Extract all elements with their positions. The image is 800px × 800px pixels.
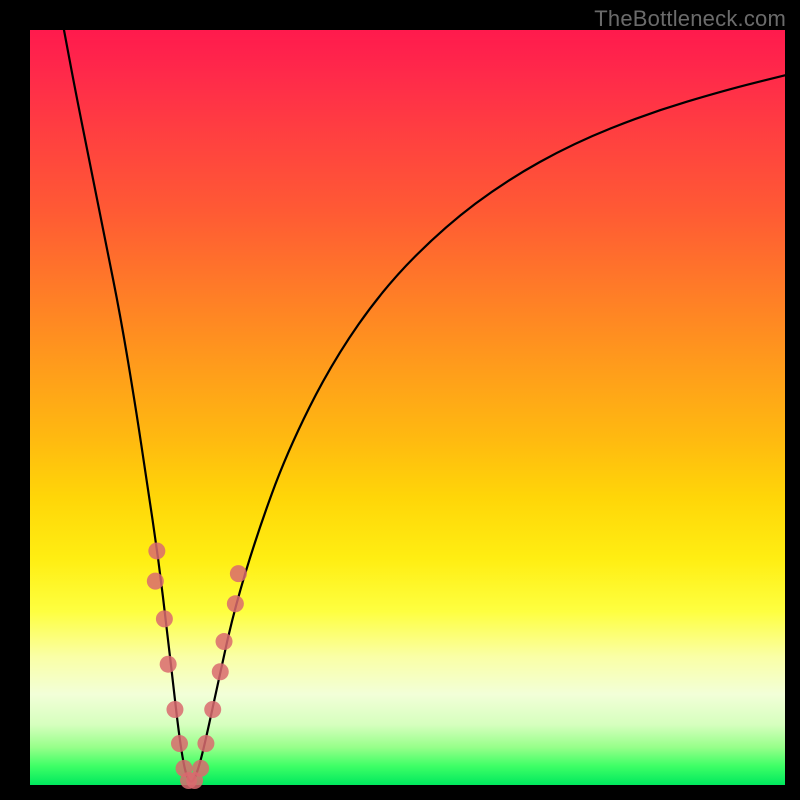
data-marker [192, 760, 209, 777]
data-marker [227, 595, 244, 612]
data-marker [160, 656, 177, 673]
data-marker [216, 633, 233, 650]
plot-area [30, 30, 785, 785]
data-marker [166, 701, 183, 718]
data-marker [230, 565, 247, 582]
watermark-text: TheBottleneck.com [594, 6, 786, 32]
data-marker [204, 701, 221, 718]
data-marker [197, 735, 214, 752]
data-marker [212, 663, 229, 680]
data-marker [156, 610, 173, 627]
chart-markers [147, 542, 247, 789]
data-marker [171, 735, 188, 752]
data-marker [147, 573, 164, 590]
chart-frame: TheBottleneck.com [0, 0, 800, 800]
data-marker [148, 542, 165, 559]
chart-svg [30, 30, 785, 785]
